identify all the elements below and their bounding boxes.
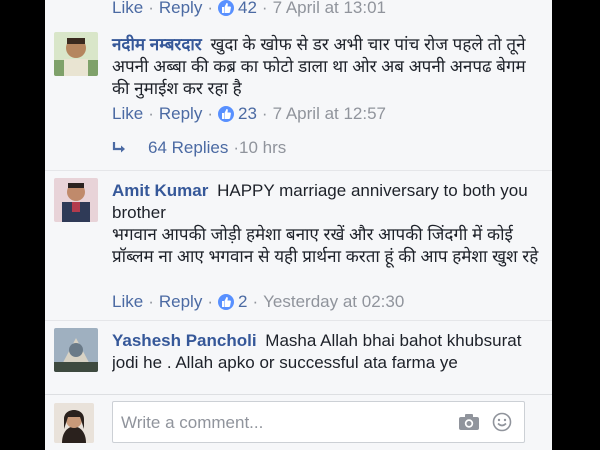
like-link[interactable]: Like <box>112 104 143 124</box>
reply-link[interactable]: Reply <box>159 0 202 18</box>
divider <box>45 170 552 171</box>
comment-actions: Like · Reply · 23 · 7 April at 12:57 <box>112 104 386 124</box>
reply-link[interactable]: Reply <box>159 104 202 124</box>
comment-author[interactable]: नदीम नम्बरदार <box>112 35 202 54</box>
separator: · <box>252 292 259 311</box>
comment-composer <box>45 394 552 450</box>
like-link[interactable]: Like <box>112 0 143 18</box>
replies-count[interactable]: 64 Replies <box>148 138 228 158</box>
timestamp[interactable]: 7 April at 13:01 <box>273 0 386 18</box>
comment-actions: Like · Reply · 42 · 7 April at 13:01 <box>112 0 386 18</box>
like-count[interactable]: 23 <box>238 104 257 124</box>
avatar[interactable] <box>54 32 98 76</box>
like-count[interactable]: 2 <box>238 292 247 312</box>
reply-arrow-icon <box>112 142 125 153</box>
comment-author[interactable]: Amit Kumar <box>112 181 208 200</box>
emoji-icon[interactable] <box>492 412 512 432</box>
separator: · <box>148 292 154 311</box>
separator: · <box>207 104 213 123</box>
comment-input[interactable] <box>113 402 443 444</box>
separator: · <box>207 0 213 17</box>
avatar[interactable] <box>54 328 98 372</box>
comment-author[interactable]: Yashesh Pancholi <box>112 331 257 350</box>
comment-body: नदीम नम्बरदार खुदा के खोफ से डर अभी चार … <box>112 34 540 100</box>
avatar[interactable] <box>54 178 98 222</box>
like-count[interactable]: 42 <box>238 0 257 18</box>
separator: · <box>148 104 154 123</box>
replies-time: 10 hrs <box>239 138 287 157</box>
camera-icon[interactable] <box>458 413 480 431</box>
comment-body: Yashesh Pancholi Masha Allah bhai bahot … <box>112 330 540 386</box>
separator: · <box>261 0 268 17</box>
separator: · <box>261 104 268 123</box>
like-thumb-icon <box>218 0 234 16</box>
comments-panel: Like · Reply · 42 · 7 April at 13:01 नदी… <box>45 0 552 450</box>
comment-actions: Like · Reply · 2 · Yesterday at 02:30 <box>112 292 404 312</box>
view-replies-link[interactable]: 64 Replies · 10 hrs <box>112 138 286 158</box>
reply-link[interactable]: Reply <box>159 292 202 312</box>
separator: · <box>148 0 154 17</box>
like-thumb-icon <box>218 294 234 310</box>
comment-body: Amit Kumar HAPPY marriage anniversary to… <box>112 180 540 268</box>
separator: · <box>207 292 213 311</box>
timestamp[interactable]: Yesterday at 02:30 <box>263 292 404 312</box>
divider <box>45 320 552 321</box>
timestamp[interactable]: 7 April at 12:57 <box>273 104 386 124</box>
like-link[interactable]: Like <box>112 292 143 312</box>
current-user-avatar[interactable] <box>54 403 94 443</box>
comment-input-box[interactable] <box>112 401 525 444</box>
comment-text-hindi: भगवान आपकी जोड़ी हमेशा बनाए रखें और आपकी… <box>112 225 539 266</box>
like-thumb-icon <box>218 106 234 122</box>
